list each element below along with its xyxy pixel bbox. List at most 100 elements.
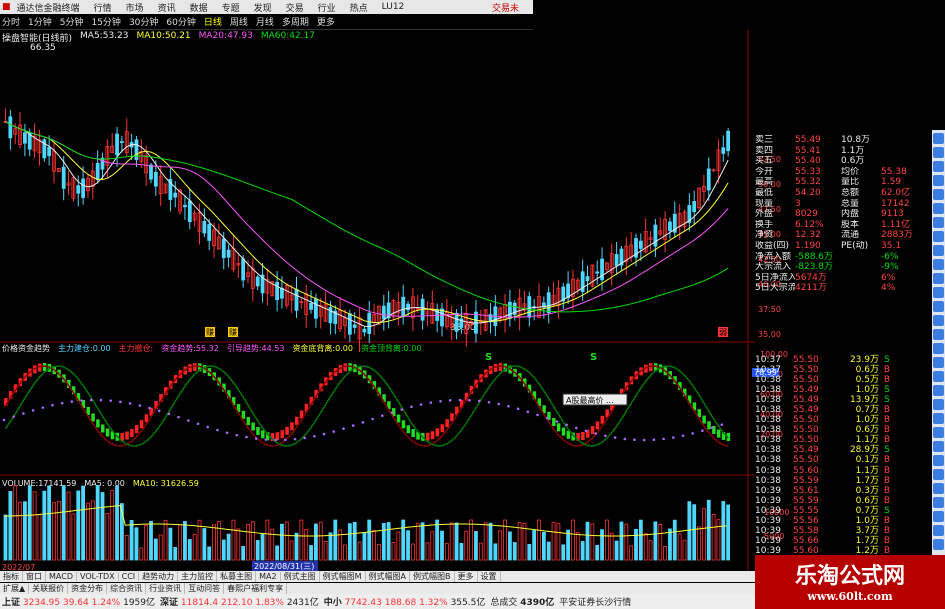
tool-icon[interactable] — [933, 301, 944, 312]
menu-item-hot[interactable]: 热点 — [350, 1, 368, 14]
tab-7[interactable]: 私募主图 — [217, 571, 257, 582]
chart-mark — [275, 281, 280, 300]
menu-item-discover[interactable]: 发现 — [254, 1, 272, 14]
tab-3[interactable]: VOL-TDX — [77, 572, 119, 581]
menu-item-topic[interactable]: 专题 — [222, 1, 240, 14]
chart-mark — [313, 298, 318, 319]
signal-tag-text: 弱 — [719, 328, 727, 337]
menu-item-lu12[interactable]: LU12 — [382, 2, 405, 12]
tab-1[interactable]: 窗口 — [23, 571, 46, 582]
menu-item-data[interactable]: 数据 — [190, 1, 208, 14]
ext-tab-5[interactable]: 互动问答 — [185, 583, 225, 594]
tool-icon[interactable] — [933, 399, 944, 410]
tool-icon[interactable] — [933, 455, 944, 466]
tool-icon[interactable] — [933, 217, 944, 228]
tool-icon[interactable] — [933, 469, 944, 480]
tool-icon[interactable] — [933, 203, 944, 214]
period-10[interactable]: 多周期 — [282, 15, 309, 28]
menu-item-quote[interactable]: 行情 — [94, 1, 112, 14]
trade-unopened-label[interactable]: 交易未 — [492, 1, 519, 14]
tool-icon[interactable] — [933, 371, 944, 382]
tick-row: 10:38 55.49 28.9万 S — [755, 445, 890, 456]
tool-icon[interactable] — [933, 287, 944, 298]
period-4[interactable]: 15分钟 — [91, 15, 120, 28]
tab-11[interactable]: 例式幅图A — [366, 571, 410, 582]
period-6[interactable]: 60分钟 — [166, 15, 195, 28]
tool-icon[interactable] — [933, 511, 944, 522]
chart-mark — [280, 287, 284, 299]
tool-icon[interactable] — [933, 329, 944, 340]
volume-bar — [115, 485, 119, 561]
tab-5[interactable]: 趋势动力 — [139, 571, 179, 582]
tool-icon[interactable] — [933, 161, 944, 172]
period-1[interactable]: 分时 — [2, 15, 20, 28]
tool-icon[interactable] — [933, 315, 944, 326]
tab-12[interactable]: 例式幅图B — [410, 571, 455, 582]
watermark-url: www.60lt.com — [807, 590, 893, 603]
tool-icon[interactable] — [933, 259, 944, 270]
ext-tab-2[interactable]: 资金分布 — [68, 583, 108, 594]
volume-bar — [22, 501, 27, 561]
tool-icon[interactable] — [933, 441, 944, 452]
tool-icon[interactable] — [933, 385, 944, 396]
osc-tooltip-text: A股最高价 ... — [566, 395, 614, 405]
ext-tab-3[interactable]: 综合资讯 — [107, 583, 147, 594]
tool-icon[interactable] — [933, 413, 944, 424]
tool-icon[interactable] — [933, 231, 944, 242]
menu-item-industry[interactable]: 行业 — [318, 1, 336, 14]
period-8[interactable]: 周线 — [230, 15, 248, 28]
idx-sh[interactable]: 上证 3234.95 39.64 1.24% 1959亿 — [2, 595, 155, 608]
tool-icon[interactable] — [933, 497, 944, 508]
tool-icon[interactable] — [933, 245, 944, 256]
tool-icon[interactable] — [933, 539, 944, 550]
tab-14[interactable]: 设置 — [478, 571, 501, 582]
volume-bar — [372, 529, 377, 561]
tool-icon[interactable] — [933, 175, 944, 186]
tool-icon[interactable] — [933, 273, 944, 284]
osc-dot — [710, 426, 714, 430]
period-5[interactable]: 30分钟 — [129, 15, 158, 28]
tab-6[interactable]: 主力监控 — [178, 571, 218, 582]
quote-row: 卖四 55.41 1.1万 — [755, 145, 865, 156]
menu-item-market[interactable]: 市场 — [126, 1, 144, 14]
menu-item-news[interactable]: 资讯 — [158, 1, 176, 14]
tool-icon[interactable] — [933, 147, 944, 158]
tool-icon[interactable] — [933, 189, 944, 200]
tool-icon[interactable] — [933, 525, 944, 536]
tool-icon[interactable] — [933, 357, 944, 368]
price-tick: 37.50 — [758, 305, 781, 314]
ext-tab-4[interactable]: 行业资讯 — [146, 583, 186, 594]
ext-tab-1[interactable]: 关联报价 — [29, 583, 69, 594]
idx-sz[interactable]: 深证 11814.4 212.10 1.83% 2431亿 — [160, 595, 319, 608]
tab-8[interactable]: MA2 — [256, 572, 281, 581]
volume-bar — [71, 513, 76, 561]
period-11[interactable]: 更多 — [317, 15, 335, 28]
osc-dot — [70, 400, 74, 403]
volume-bar — [571, 519, 575, 561]
period-daily[interactable]: 日线 — [204, 15, 222, 28]
tool-icon[interactable] — [933, 427, 944, 438]
ext-tab-6[interactable]: 春熙户福利专享 — [224, 583, 288, 594]
tab-13[interactable]: 更多 — [455, 571, 478, 582]
tool-icon[interactable] — [933, 343, 944, 354]
period-9[interactable]: 月线 — [256, 15, 274, 28]
tick-row: 10:39 55.55 0.7万 S — [755, 505, 890, 516]
period-3[interactable]: 5分钟 — [60, 15, 84, 28]
main-chart[interactable]: A股最高价 ... S S 2022/07 2022/08/31(三) 赚 赚 弱 — [0, 30, 755, 571]
ext-tab-0[interactable]: 扩展▲ — [0, 583, 30, 594]
chart-mark — [95, 162, 100, 181]
tab-10[interactable]: 例式幅图M — [320, 571, 366, 582]
sell-mark: S — [590, 352, 597, 363]
tab-0[interactable]: 指标 — [0, 571, 23, 582]
period-2[interactable]: 1分钟 — [28, 15, 52, 28]
tool-icon[interactable] — [933, 483, 944, 494]
tab-2[interactable]: MACD — [46, 572, 77, 581]
menu-item-trade[interactable]: 交易 — [286, 1, 304, 14]
idx-zx[interactable]: 中小 7742.43 188.68 1.32% 355.5亿 — [324, 595, 486, 608]
osc-dot — [109, 399, 112, 402]
tab-4[interactable]: CCI — [119, 572, 140, 581]
tab-9[interactable]: 例式主图 — [281, 571, 320, 582]
tool-icon[interactable] — [933, 133, 944, 144]
volume-bar — [144, 524, 149, 561]
osc-dot — [681, 434, 685, 437]
